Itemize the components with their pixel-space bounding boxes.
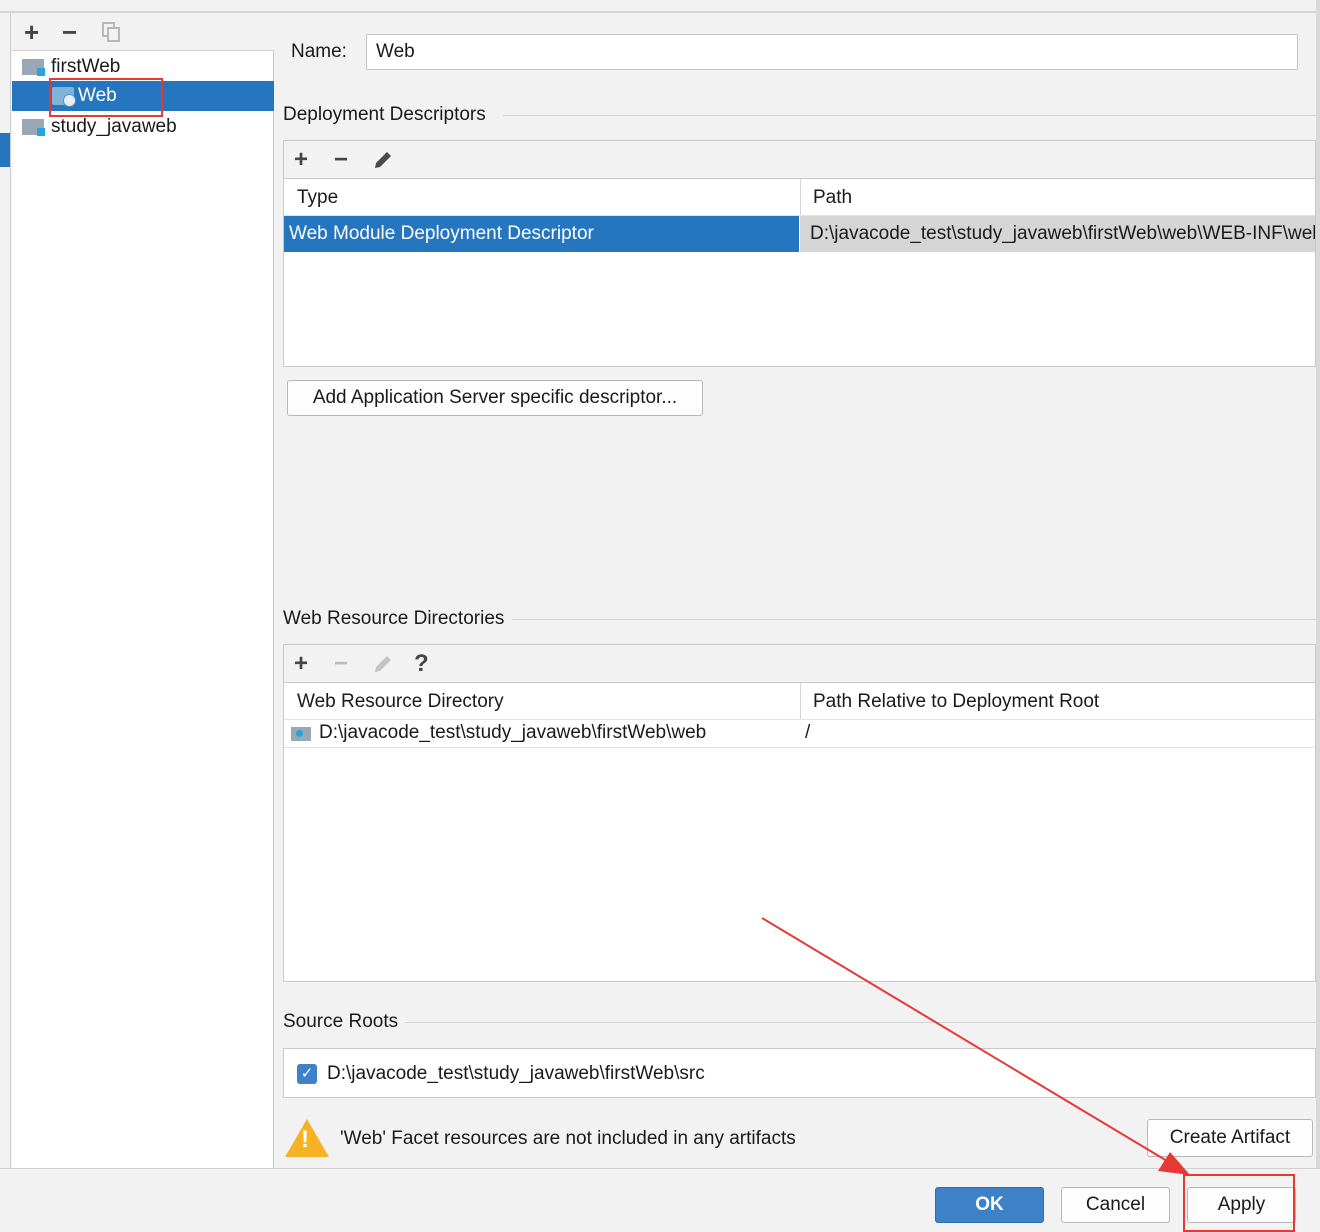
- source-roots-list: ✓ D:\javacode_test\study_javaweb\firstWe…: [283, 1048, 1316, 1098]
- copy-icon[interactable]: [102, 22, 120, 42]
- warning-text: 'Web' Facet resources are not included i…: [340, 1128, 796, 1149]
- remove-descriptor-button[interactable]: −: [334, 148, 348, 172]
- add-descriptor-button[interactable]: +: [294, 148, 308, 172]
- resource-table: Web Resource Directory Path Relative to …: [283, 682, 1316, 982]
- section-divider: [405, 1022, 1316, 1023]
- pencil-icon[interactable]: [372, 653, 394, 675]
- descriptor-toolbar: + −: [283, 140, 1316, 178]
- add-resource-button[interactable]: +: [294, 652, 308, 676]
- create-artifact-button[interactable]: Create Artifact: [1147, 1119, 1313, 1157]
- annotation-box-apply: [1183, 1174, 1295, 1232]
- help-button[interactable]: ?: [414, 652, 429, 676]
- section-divider: [503, 115, 1316, 116]
- add-facet-button[interactable]: +: [24, 19, 39, 45]
- source-root-path: D:\javacode_test\study_javaweb\firstWeb\…: [327, 1063, 705, 1084]
- module-folder-icon: [22, 59, 45, 76]
- add-server-descriptor-button[interactable]: Add Application Server specific descript…: [287, 380, 703, 416]
- column-header-path[interactable]: Path: [813, 180, 852, 216]
- tree-toolbar: + −: [12, 13, 274, 51]
- resource-relative-cell: /: [805, 722, 811, 743]
- row-divider: [284, 747, 1315, 748]
- table-row[interactable]: Web Module Deployment Descriptor: [284, 216, 799, 252]
- descriptor-type-cell: Web Module Deployment Descriptor: [289, 223, 594, 244]
- annotation-box-web: [49, 78, 163, 117]
- column-separator: [800, 179, 801, 215]
- name-label: Name:: [291, 41, 347, 62]
- resource-toolbar: + − ?: [283, 644, 1316, 682]
- name-input[interactable]: Web: [366, 34, 1298, 70]
- column-header-type[interactable]: Type: [297, 180, 338, 216]
- resource-directory-cell: D:\javacode_test\study_javaweb\firstWeb\…: [319, 722, 707, 743]
- descriptor-table: Type Path Web Module Deployment Descript…: [283, 178, 1316, 367]
- module-folder-icon: [22, 119, 45, 136]
- source-root-checkbox[interactable]: ✓: [297, 1064, 317, 1084]
- cancel-button[interactable]: Cancel: [1061, 1187, 1170, 1223]
- column-separator: [800, 683, 801, 719]
- left-edge-line: [10, 13, 11, 1168]
- section-divider: [512, 619, 1316, 620]
- facet-tree-panel: [12, 13, 274, 1168]
- ok-button[interactable]: OK: [935, 1187, 1044, 1223]
- remove-facet-button[interactable]: −: [62, 19, 77, 45]
- pencil-icon[interactable]: [372, 149, 394, 171]
- descriptor-path-cell: D:\javacode_test\study_javaweb\firstWeb\…: [810, 223, 1315, 244]
- source-roots-title: Source Roots: [283, 1011, 399, 1032]
- warning-mark: !: [301, 1126, 309, 1153]
- web-resource-directories-title: Web Resource Directories: [283, 608, 505, 629]
- remove-resource-button[interactable]: −: [334, 652, 348, 676]
- descriptor-path-cell-wrap[interactable]: D:\javacode_test\study_javaweb\firstWeb\…: [800, 216, 1315, 252]
- footer-divider: [0, 1168, 1320, 1169]
- right-edge: [1316, 0, 1320, 1168]
- table-row[interactable]: D:\javacode_test\study_javaweb\firstWeb\…: [284, 720, 1315, 747]
- deployment-descriptors-title: Deployment Descriptors: [283, 104, 486, 125]
- left-accent-strip: [0, 133, 10, 167]
- web-folder-icon: [291, 727, 311, 741]
- column-header-relative-path[interactable]: Path Relative to Deployment Root: [813, 684, 1099, 720]
